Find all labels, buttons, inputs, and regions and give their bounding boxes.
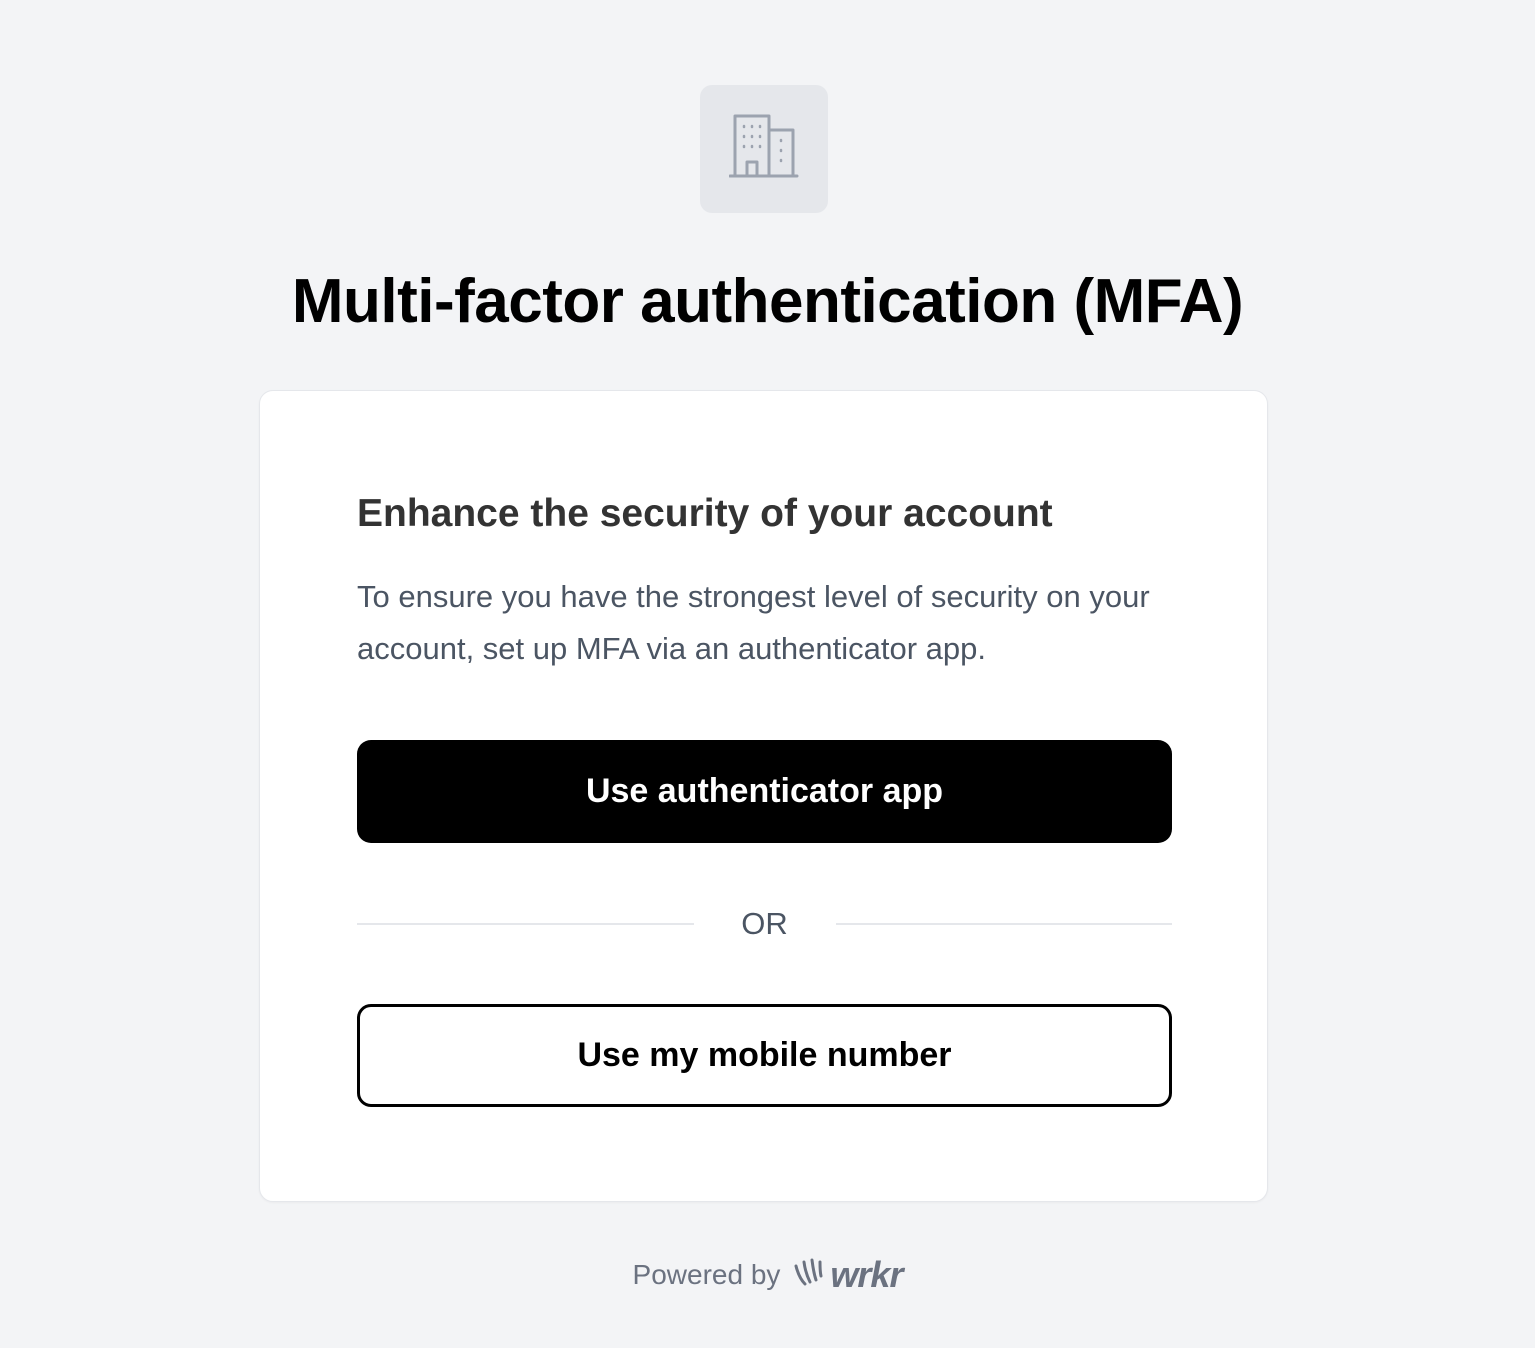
- powered-by-text: Powered by: [632, 1259, 781, 1290]
- card-heading: Enhance the security of your account: [357, 492, 1053, 535]
- divider-text: OR: [741, 906, 788, 941]
- mfa-page: Multi-factor authentication (MFA) Enhanc…: [0, 0, 1535, 1348]
- use-mobile-number-button[interactable]: Use my mobile number: [357, 1004, 1172, 1107]
- footer: Powered by wrkr: [0, 1250, 1535, 1300]
- divider-line-left: [357, 923, 694, 925]
- brand-name: wrkr: [830, 1254, 903, 1295]
- or-divider: OR: [357, 899, 1172, 949]
- company-logo: [700, 85, 828, 213]
- divider-line-right: [835, 923, 1172, 925]
- card-description: To ensure you have the strongest level o…: [357, 579, 1150, 666]
- page-title: Multi-factor authentication (MFA): [291, 267, 1244, 336]
- brand-link[interactable]: wrkr: [792, 1254, 903, 1296]
- building-icon: [728, 112, 799, 187]
- wrkr-logo-icon: [792, 1258, 826, 1293]
- use-authenticator-app-button[interactable]: Use authenticator app: [357, 740, 1172, 843]
- mfa-card: Enhance the security of your account To …: [259, 390, 1268, 1202]
